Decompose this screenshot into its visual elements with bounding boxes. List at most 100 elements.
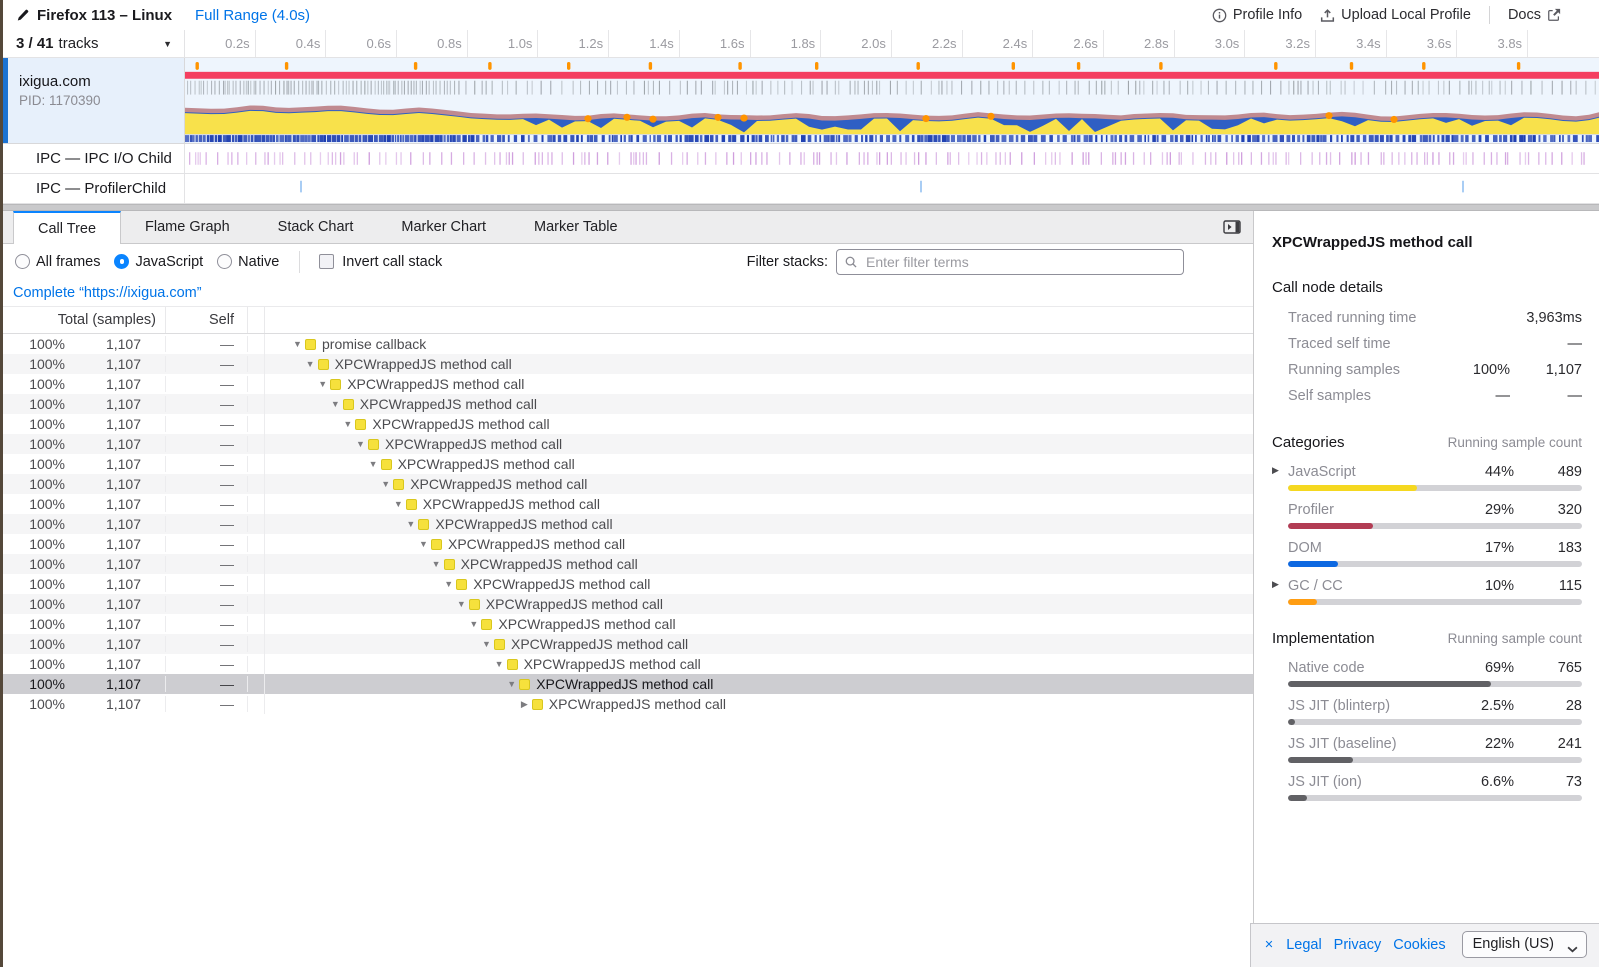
full-range-button[interactable]: Full Range (4.0s) — [195, 7, 310, 24]
category-color-swatch — [368, 438, 379, 450]
expand-collapse-icon[interactable]: ▼ — [404, 519, 417, 529]
footer-close-button[interactable]: × — [1265, 937, 1273, 953]
footer-link-legal[interactable]: Legal — [1286, 937, 1321, 953]
expand-collapse-icon[interactable]: ▼ — [354, 439, 367, 449]
track-activity-graph[interactable] — [185, 58, 1599, 143]
ipc-io-marker-strip[interactable] — [185, 144, 1599, 173]
checkbox-indicator — [319, 254, 335, 269]
expand-collapse-icon[interactable]: ▼ — [480, 639, 493, 649]
total-percent-cell: 100% — [29, 596, 65, 612]
radio-label: JavaScript — [135, 253, 204, 270]
expand-collapse-icon[interactable]: ▼ — [316, 379, 329, 389]
sidebar-toggle-button[interactable] — [1217, 211, 1247, 243]
expand-collapse-icon[interactable]: ▼ — [392, 499, 405, 509]
self-cell: — — [166, 536, 248, 552]
tab-flame-graph[interactable]: Flame Graph — [121, 211, 254, 243]
track-profiler-child[interactable]: IPC — ProfilerChild — [3, 174, 1599, 204]
call-tree-row[interactable]: 100% 1,107— ▼ XPCWrappedJS method call — [3, 354, 1253, 374]
self-cell: — — [166, 476, 248, 492]
filter-stacks-input[interactable] — [836, 248, 1184, 275]
pane-splitter[interactable] — [3, 204, 1599, 211]
ruler-tick: 2.8s — [1104, 30, 1175, 57]
footer-link-cookies[interactable]: Cookies — [1393, 937, 1445, 953]
ruler-tick: 2.4s — [963, 30, 1034, 57]
column-header-gutter — [248, 307, 265, 333]
external-link-icon — [1548, 8, 1561, 21]
gutter-cell — [248, 454, 265, 474]
expand-collapse-icon[interactable]: ▼ — [329, 399, 342, 409]
footer-link-privacy[interactable]: Privacy — [1334, 937, 1382, 953]
expand-collapse-icon[interactable]: ▼ — [442, 579, 455, 589]
call-tree-row[interactable]: 100% 1,107— ▼ promise callback — [3, 334, 1253, 354]
profiler-child-marker-strip[interactable] — [185, 174, 1599, 203]
call-tree-row[interactable]: 100% 1,107— ▶ XPCWrappedJS method call — [3, 694, 1253, 714]
call-tree-row[interactable]: 100% 1,107— ▼ XPCWrappedJS method call — [3, 614, 1253, 634]
call-tree-row[interactable]: 100% 1,107— ▼ XPCWrappedJS method call — [3, 414, 1253, 434]
gutter-cell — [248, 554, 265, 574]
tab-call-tree[interactable]: Call Tree — [13, 211, 122, 244]
call-node-label: XPCWrappedJS method call — [410, 476, 588, 492]
radio-native[interactable]: Native — [217, 254, 279, 270]
track-label-panel[interactable]: ixigua.com PID: 1170390 — [3, 58, 185, 143]
call-tree-row[interactable]: 100% 1,107— ▼ XPCWrappedJS method call — [3, 474, 1253, 494]
call-tree-row[interactable]: 100% 1,107— ▼ XPCWrappedJS method call — [3, 574, 1253, 594]
expand-collapse-icon[interactable]: ▼ — [493, 659, 506, 669]
call-tree-row[interactable]: 100% 1,107— ▼ XPCWrappedJS method call — [3, 654, 1253, 674]
breadcrumb[interactable]: Complete “https://ixigua.com” — [13, 285, 202, 301]
expand-collapse-icon[interactable]: ▼ — [304, 359, 317, 369]
tab-stack-chart[interactable]: Stack Chart — [254, 211, 378, 243]
expand-collapse-icon[interactable]: ▼ — [341, 419, 354, 429]
tabbar-spacer — [642, 211, 1217, 243]
expand-icon[interactable]: ▶ — [1272, 465, 1279, 476]
total-samples-cell: 1,107 — [65, 596, 166, 612]
upload-local-profile-button[interactable]: Upload Local Profile — [1320, 7, 1471, 23]
self-cell: — — [166, 696, 248, 712]
ruler-tick: 1.2s — [538, 30, 610, 57]
call-node-label: XPCWrappedJS method call — [511, 636, 689, 652]
self-cell: — — [166, 456, 248, 472]
expand-collapse-icon[interactable]: ▼ — [291, 339, 304, 349]
self-cell: — — [166, 416, 248, 432]
profile-name[interactable]: Firefox 113 – Linux — [3, 7, 172, 24]
expand-collapse-icon[interactable]: ▼ — [455, 599, 468, 609]
call-tree-row[interactable]: 100% 1,107— ▼ XPCWrappedJS method call — [3, 394, 1253, 414]
call-tree-row[interactable]: 100% 1,107— ▼ XPCWrappedJS method call — [3, 494, 1253, 514]
docs-link[interactable]: Docs — [1508, 7, 1561, 23]
expand-collapse-icon[interactable]: ▼ — [367, 459, 380, 469]
call-tree-row[interactable]: 100% 1,107— ▼ XPCWrappedJS method call — [3, 594, 1253, 614]
radio-javascript[interactable]: JavaScript — [114, 254, 203, 270]
tab-marker-table[interactable]: Marker Table — [510, 211, 642, 243]
expand-icon[interactable]: ▶ — [1272, 579, 1279, 590]
ruler-tick-label: 3.8s — [1497, 36, 1523, 51]
call-tree-row[interactable]: 100% 1,107— ▼ XPCWrappedJS method call — [3, 554, 1253, 574]
language-select[interactable]: English (US) — [1461, 931, 1587, 958]
tree-cell: ▼ XPCWrappedJS method call — [265, 416, 1253, 432]
tab-marker-chart[interactable]: Marker Chart — [377, 211, 510, 243]
call-tree-row[interactable]: 100% 1,107— ▼ XPCWrappedJS method call — [3, 434, 1253, 454]
invert-call-stack-checkbox[interactable]: Invert call stack — [319, 254, 442, 270]
call-tree-row[interactable]: 100% 1,107— ▼ XPCWrappedJS method call — [3, 514, 1253, 534]
expand-expand-icon[interactable]: ▶ — [518, 699, 531, 710]
expand-collapse-icon[interactable]: ▼ — [430, 559, 443, 569]
call-tree-row[interactable]: 100% 1,107— ▼ XPCWrappedJS method call — [3, 634, 1253, 654]
track-ipc-io-child[interactable]: IPC — IPC I/O Child — [3, 144, 1599, 174]
call-tree-row[interactable]: 100% 1,107— ▼ XPCWrappedJS method call — [3, 454, 1253, 474]
call-tree-row[interactable]: 100% 1,107— ▼ XPCWrappedJS method call — [3, 374, 1253, 394]
expand-collapse-icon[interactable]: ▼ — [379, 479, 392, 489]
implementation-bar-track — [1288, 757, 1582, 763]
radio-all-frames[interactable]: All frames — [15, 254, 100, 270]
tracks-dropdown[interactable]: 3 / 41 tracks ▼ — [3, 30, 185, 57]
call-node-label: XPCWrappedJS method call — [536, 676, 714, 692]
track-ixigua[interactable]: ixigua.com PID: 1170390 — [3, 58, 1599, 144]
expand-collapse-icon[interactable]: ▼ — [505, 679, 518, 689]
implementation-bar-fill — [1288, 681, 1491, 687]
expand-collapse-icon[interactable]: ▼ — [467, 619, 480, 629]
filter-stacks-label: Filter stacks: — [746, 253, 828, 270]
expand-collapse-icon[interactable]: ▼ — [417, 539, 430, 549]
gutter-cell — [248, 354, 265, 374]
call-tree-row[interactable]: 100% 1,107— ▼ XPCWrappedJS method call — [3, 534, 1253, 554]
detail-value: 3,963ms — [1526, 310, 1582, 326]
profile-info-button[interactable]: Profile Info — [1212, 7, 1302, 23]
category-color-swatch — [342, 398, 354, 410]
call-tree-row[interactable]: 100% 1,107— ▼ XPCWrappedJS method call — [3, 674, 1253, 694]
